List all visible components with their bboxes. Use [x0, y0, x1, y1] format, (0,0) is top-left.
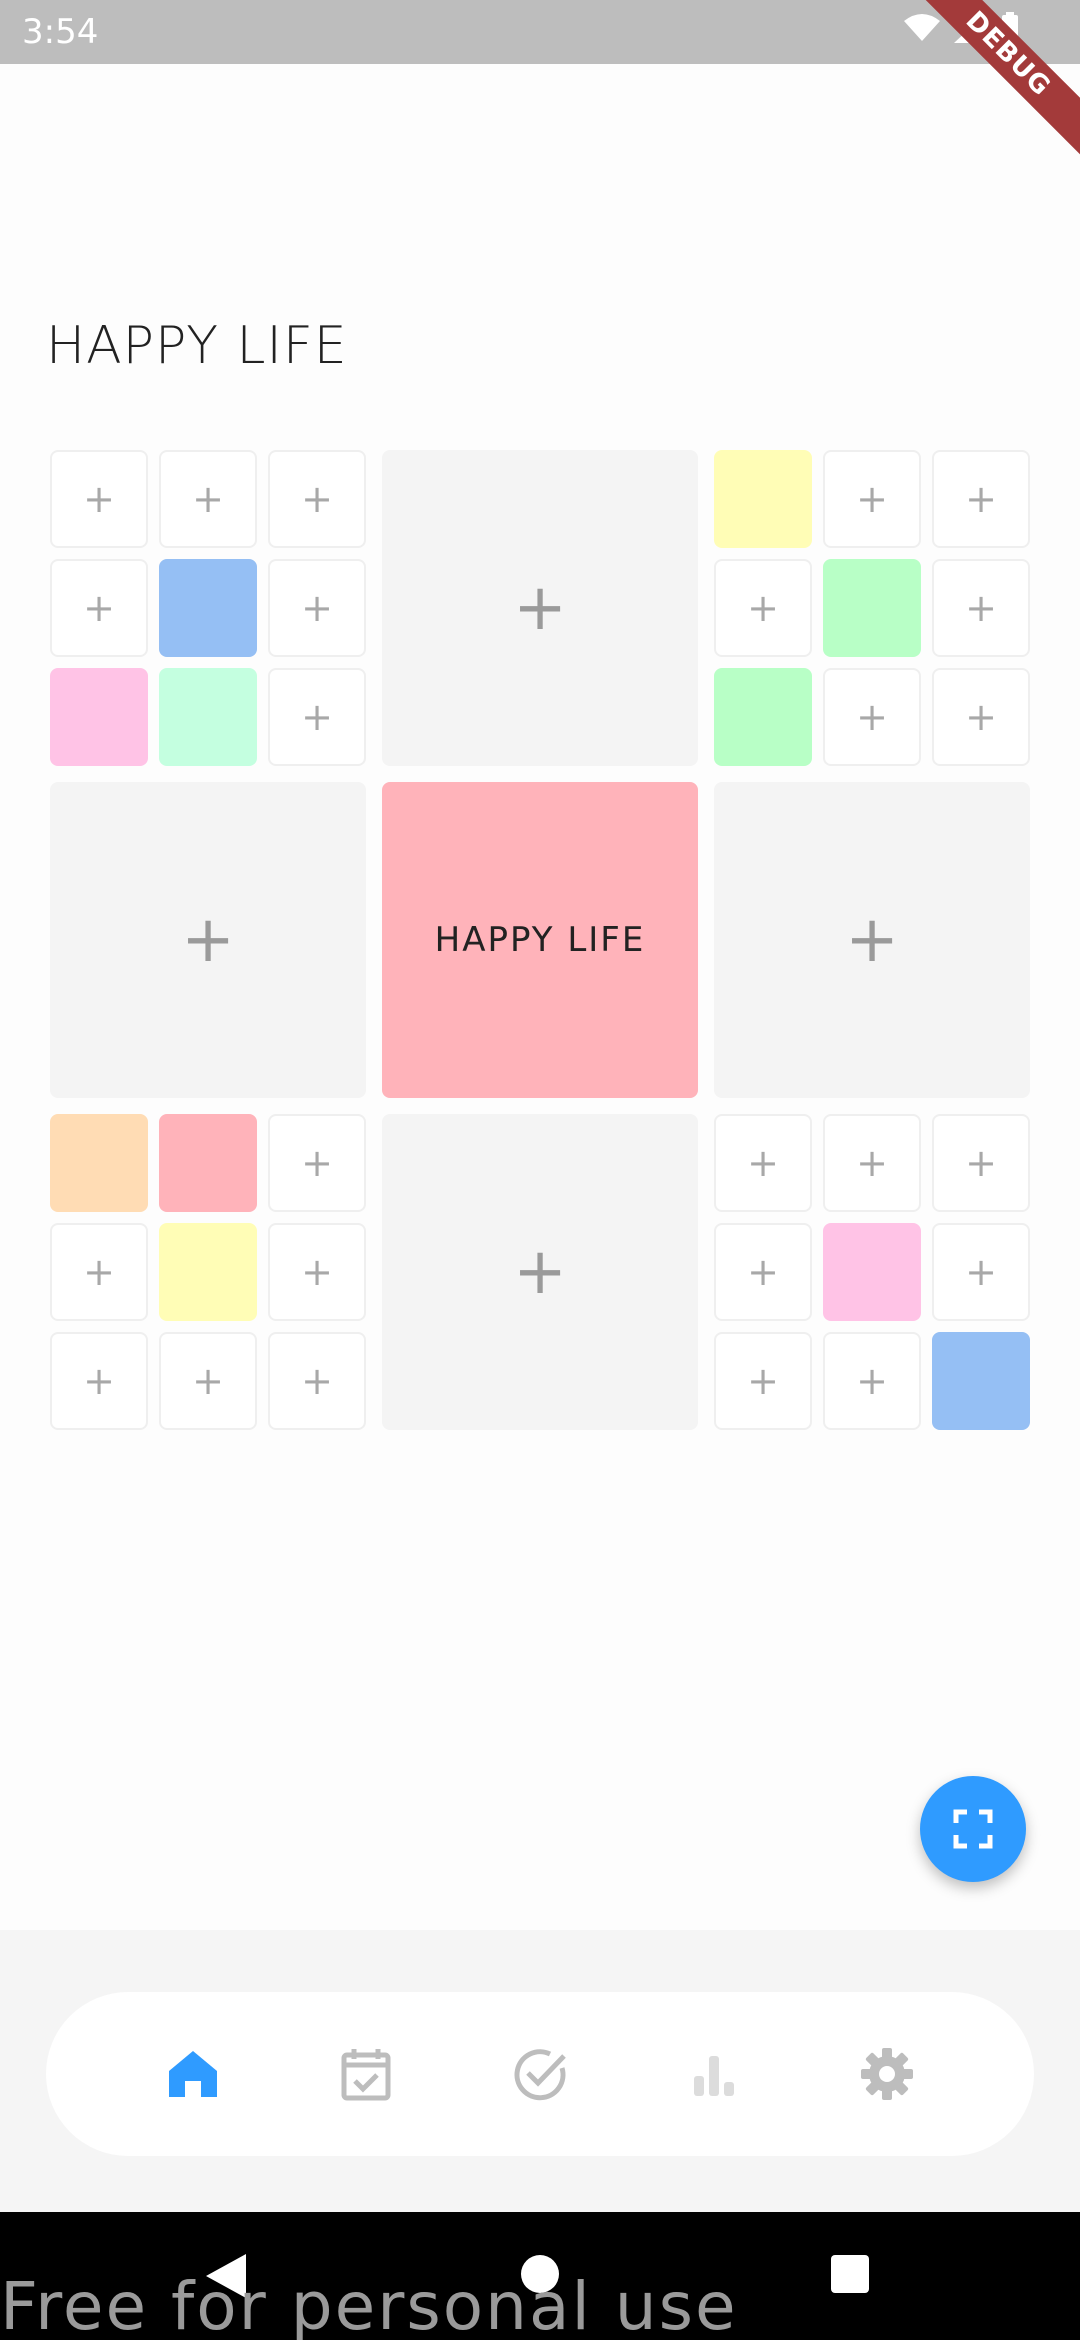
calendar-check-icon — [341, 2049, 391, 2101]
add-cell[interactable]: + — [823, 450, 921, 548]
block-bottom-right: + + + + + + + — [714, 1114, 1030, 1430]
goal-cell-yellow[interactable] — [714, 450, 812, 548]
plus-icon: + — [83, 1250, 115, 1294]
add-cell[interactable]: + — [714, 1332, 812, 1430]
add-cell[interactable]: + — [268, 559, 366, 657]
add-cell[interactable]: + — [268, 1332, 366, 1430]
add-cell[interactable]: + — [159, 450, 257, 548]
watermark: Free for personal use — [0, 2268, 738, 2340]
mandala-grid: + + + + + + + + + + + + + + HAPPY LIFE + — [50, 450, 1030, 1430]
nav-home[interactable] — [148, 2029, 238, 2119]
goal-cell-pink[interactable] — [50, 668, 148, 766]
goal-cell-blue[interactable] — [159, 559, 257, 657]
plus-icon: + — [965, 1141, 997, 1185]
plus-icon: + — [301, 477, 333, 521]
nav-check[interactable] — [495, 2029, 585, 2119]
add-cell[interactable]: + — [932, 668, 1030, 766]
bar-chart-icon — [693, 2056, 734, 2096]
add-cell[interactable]: + — [932, 1114, 1030, 1212]
add-cell[interactable]: + — [932, 559, 1030, 657]
plus-icon: + — [181, 903, 235, 977]
goal-cell-green[interactable] — [823, 559, 921, 657]
goal-cell-salmon[interactable] — [159, 1114, 257, 1212]
goal-cell-mint[interactable] — [159, 668, 257, 766]
add-goal-block[interactable]: + — [382, 450, 698, 766]
plus-icon: + — [856, 477, 888, 521]
plus-icon: + — [513, 1235, 567, 1309]
block-middle-left: + — [50, 782, 366, 1098]
plus-icon: + — [845, 903, 899, 977]
block-middle-right: + — [714, 782, 1030, 1098]
bottom-nav — [46, 1992, 1034, 2156]
add-cell[interactable]: + — [932, 1223, 1030, 1321]
block-top-right: + + + + + + — [714, 450, 1030, 766]
recents-icon[interactable] — [830, 2254, 870, 2294]
add-goal-block[interactable]: + — [714, 782, 1030, 1098]
center-goal[interactable]: HAPPY LIFE — [382, 782, 698, 1098]
plus-icon: + — [965, 586, 997, 630]
add-cell[interactable]: + — [823, 1114, 921, 1212]
plus-icon: + — [747, 1250, 779, 1294]
plus-icon: + — [83, 477, 115, 521]
add-cell[interactable]: + — [50, 1223, 148, 1321]
goal-cell-pink[interactable] — [823, 1223, 921, 1321]
plus-icon: + — [513, 571, 567, 645]
add-cell[interactable]: + — [268, 450, 366, 548]
add-cell[interactable]: + — [823, 668, 921, 766]
add-cell[interactable]: + — [50, 450, 148, 548]
wifi-icon — [904, 14, 940, 41]
plus-icon: + — [301, 586, 333, 630]
fullscreen-icon — [953, 1809, 993, 1849]
add-cell[interactable]: + — [714, 1223, 812, 1321]
block-top-left: + + + + + + — [50, 450, 366, 766]
plus-icon: + — [965, 695, 997, 739]
add-cell[interactable]: + — [50, 559, 148, 657]
add-cell[interactable]: + — [714, 1114, 812, 1212]
nav-stats[interactable] — [669, 2029, 759, 2119]
add-cell[interactable]: + — [268, 1114, 366, 1212]
add-cell[interactable]: + — [714, 559, 812, 657]
plus-icon: + — [856, 695, 888, 739]
add-cell[interactable]: + — [159, 1332, 257, 1430]
add-cell[interactable]: + — [823, 1332, 921, 1430]
home-icon — [168, 2051, 217, 2097]
check-circle-icon — [514, 2049, 566, 2101]
goal-cell-green[interactable] — [714, 668, 812, 766]
add-cell[interactable]: + — [50, 1332, 148, 1430]
plus-icon: + — [192, 1359, 224, 1403]
goal-cell-peach[interactable] — [50, 1114, 148, 1212]
add-cell[interactable]: + — [268, 668, 366, 766]
plus-icon: + — [83, 586, 115, 630]
block-bottom-left: + + + + + + — [50, 1114, 366, 1430]
plus-icon: + — [965, 1250, 997, 1294]
plus-icon: + — [856, 1359, 888, 1403]
plus-icon: + — [856, 1141, 888, 1185]
plus-icon: + — [301, 695, 333, 739]
status-time: 3:54 — [22, 12, 99, 52]
gear-icon — [861, 2048, 914, 2100]
plus-icon: + — [747, 1359, 779, 1403]
goal-cell-blue[interactable] — [932, 1332, 1030, 1430]
add-cell[interactable]: + — [268, 1223, 366, 1321]
plus-icon: + — [192, 477, 224, 521]
block-top-center: + — [382, 450, 698, 766]
add-goal-block[interactable]: + — [50, 782, 366, 1098]
status-bar: 3:54 DEBUG — [0, 0, 1080, 175]
plus-icon: + — [301, 1141, 333, 1185]
block-center: HAPPY LIFE — [382, 782, 698, 1098]
add-cell[interactable]: + — [932, 450, 1030, 548]
plus-icon: + — [747, 1141, 779, 1185]
plus-icon: + — [301, 1359, 333, 1403]
plus-icon: + — [301, 1250, 333, 1294]
page-title: HAPPY LIFE — [46, 316, 348, 376]
add-goal-block[interactable]: + — [382, 1114, 698, 1430]
nav-calendar[interactable] — [321, 2029, 411, 2119]
plus-icon: + — [747, 586, 779, 630]
goal-cell-yellow[interactable] — [159, 1223, 257, 1321]
nav-settings[interactable] — [842, 2029, 932, 2119]
plus-icon: + — [965, 477, 997, 521]
fullscreen-button[interactable] — [920, 1776, 1026, 1882]
plus-icon: + — [83, 1359, 115, 1403]
block-bottom-center: + — [382, 1114, 698, 1430]
